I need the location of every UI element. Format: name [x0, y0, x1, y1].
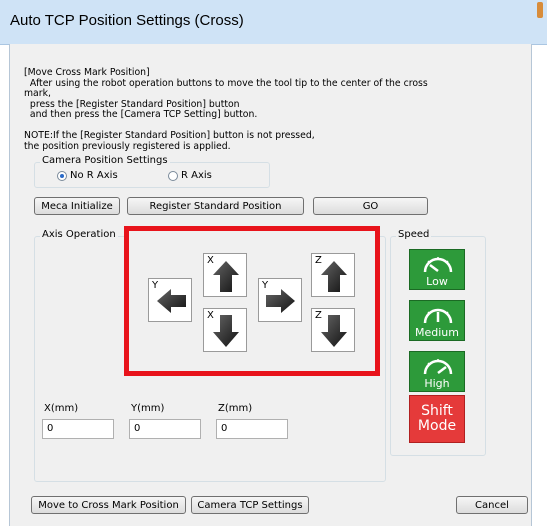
radio-no-r-axis-label: No R Axis — [70, 170, 118, 181]
z-minus-button[interactable]: Z — [311, 308, 355, 352]
z-plus-button[interactable]: Z — [311, 253, 355, 297]
speedometer-low-icon — [423, 257, 453, 273]
x-minus-button[interactable]: X — [203, 308, 247, 352]
camera-position-label: Camera Position Settings — [40, 155, 170, 166]
radio-r-axis[interactable]: R Axis — [168, 170, 212, 181]
shift-mode-button[interactable]: Shift Mode — [409, 395, 465, 443]
meca-initialize-button[interactable]: Meca Initialize — [34, 197, 120, 215]
go-button[interactable]: GO — [313, 197, 428, 215]
x-mm-label: X(mm) — [44, 403, 79, 414]
instructions-text: [Move Cross Mark Position] After using t… — [24, 67, 428, 152]
radio-selected-icon — [57, 170, 67, 181]
window-title: Auto TCP Position Settings (Cross) — [10, 12, 244, 29]
arrow-up-icon — [213, 261, 239, 292]
y-mm-label: Y(mm) — [131, 403, 165, 414]
arrow-right-icon — [266, 289, 295, 313]
shift-mode-line1: Shift — [421, 403, 453, 419]
arrow-down-icon — [213, 315, 239, 347]
radio-r-axis-label: R Axis — [181, 170, 212, 181]
speed-label: Speed — [396, 229, 432, 240]
x-plus-button[interactable]: X — [203, 253, 247, 297]
window-titlebar: Auto TCP Position Settings (Cross) — [0, 0, 547, 45]
speedometer-medium-icon — [423, 308, 453, 324]
speed-high-button[interactable]: High — [409, 351, 465, 392]
camera-tcp-settings-button[interactable]: Camera TCP Settings — [191, 496, 309, 514]
speedometer-high-icon — [423, 359, 453, 375]
radio-no-r-axis[interactable]: No R Axis — [57, 170, 118, 181]
radio-unselected-icon — [168, 170, 178, 181]
z-mm-label: Z(mm) — [218, 403, 253, 414]
move-to-cross-mark-button[interactable]: Move to Cross Mark Position — [31, 496, 186, 514]
speed-low-button[interactable]: Low — [409, 249, 465, 290]
axis-operation-label: Axis Operation — [40, 229, 118, 240]
arrow-left-icon — [157, 289, 186, 313]
speed-low-label: Low — [426, 275, 448, 288]
register-standard-position-button[interactable]: Register Standard Position — [127, 197, 304, 215]
speed-medium-label: Medium — [415, 326, 459, 339]
arrow-up-icon — [321, 261, 347, 292]
close-icon[interactable] — [537, 2, 543, 18]
speed-medium-button[interactable]: Medium — [409, 300, 465, 341]
y-minus-button[interactable]: Y — [148, 278, 192, 322]
y-mm-field[interactable]: 0 — [129, 419, 201, 439]
z-mm-field[interactable]: 0 — [216, 419, 288, 439]
cancel-button[interactable]: Cancel — [456, 496, 528, 514]
arrow-down-icon — [321, 315, 347, 347]
speed-high-label: High — [424, 377, 450, 390]
x-mm-field[interactable]: 0 — [42, 419, 114, 439]
y-plus-button[interactable]: Y — [258, 278, 302, 322]
shift-mode-line2: Mode — [417, 418, 457, 434]
